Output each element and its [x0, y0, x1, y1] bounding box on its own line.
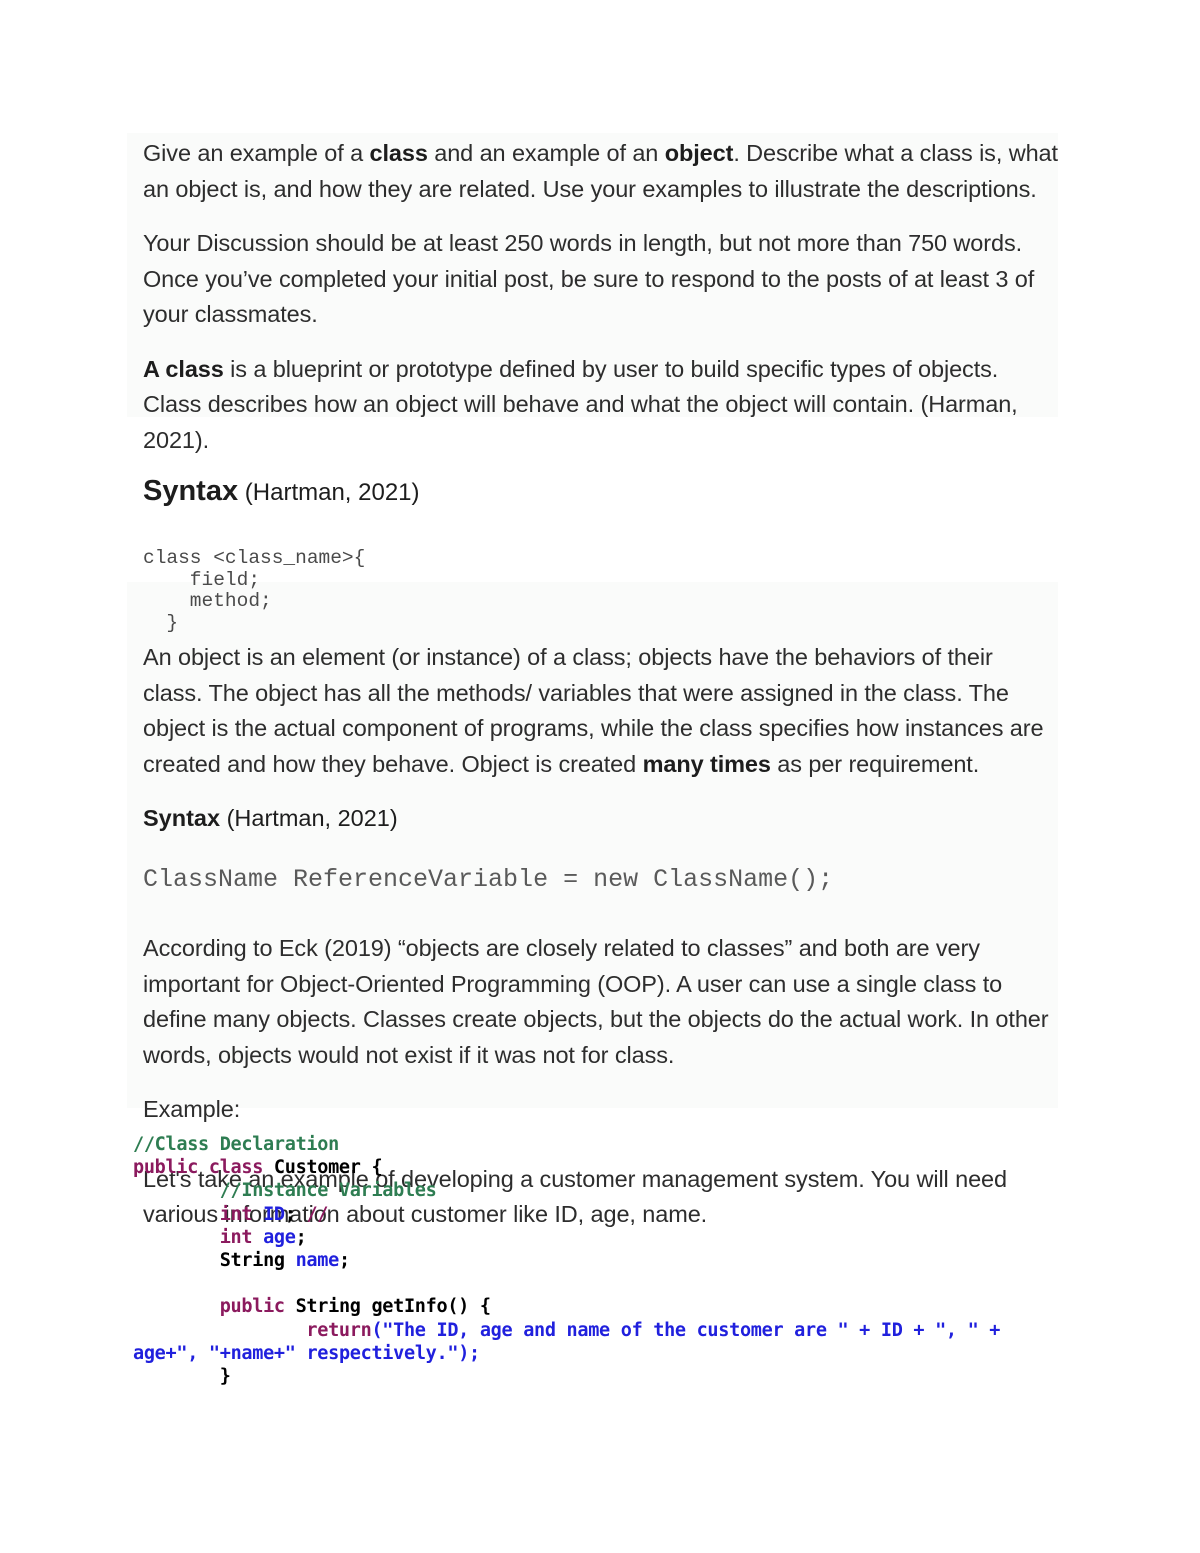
- code-line: }: [133, 1366, 231, 1387]
- code-token-var: +: [848, 1319, 881, 1341]
- code-token-var: ): [458, 1342, 470, 1364]
- code-token-var: ID: [263, 1203, 285, 1225]
- code-line: //Instance Variables: [133, 1180, 437, 1202]
- code-token-typ: ;: [284, 1203, 307, 1225]
- code-token-var: +: [219, 1342, 231, 1364]
- code-line: int ID; //: [133, 1203, 329, 1225]
- class-syntax-heading: Syntax (Hartman, 2021): [143, 472, 1058, 512]
- code-token-typ: Customer {: [273, 1157, 383, 1179]
- object-definition-paragraph: An object is an element (or instance) of…: [143, 640, 1058, 782]
- document-page: Give an example of a class and an exampl…: [0, 0, 1200, 1553]
- class-definition-paragraph: A class is a blueprint or prototype defi…: [143, 352, 1058, 459]
- code-token-kw: //: [306, 1203, 329, 1225]
- code-token-var: name: [230, 1342, 275, 1364]
- code-token-pun: [133, 1180, 220, 1201]
- code-line: String name;: [133, 1250, 350, 1271]
- code-token-str: ", ": [176, 1342, 220, 1364]
- example-label: Example:: [143, 1096, 241, 1122]
- class-syntax-code: class <class_name>{ field; method; }: [143, 547, 366, 634]
- prompt-paragraph-1: Give an example of a class and an exampl…: [143, 136, 1058, 207]
- code-token-kw: return: [306, 1319, 372, 1341]
- object-syntax-heading: Syntax (Hartman, 2021): [143, 801, 1058, 835]
- document-content: Give an example of a class and an exampl…: [143, 136, 1058, 1233]
- class-definition-lead: A class: [143, 355, 224, 382]
- code-token-pun: [133, 1250, 220, 1271]
- code-token-pun: [133, 1296, 220, 1317]
- code-token-var: +: [273, 1342, 285, 1364]
- code-token-var: age: [133, 1342, 166, 1364]
- code-token-var: (: [371, 1319, 383, 1341]
- code-token-var: +: [165, 1342, 177, 1364]
- code-token-pun: [133, 1320, 306, 1341]
- java-code-block: //Class Declaration public class Custome…: [133, 1133, 1068, 1388]
- code-token-str: " respectively.": [284, 1342, 459, 1364]
- code-token-str: ", ": [935, 1319, 979, 1341]
- code-token-str: "The ID, age and name of the customer ar…: [382, 1319, 849, 1341]
- code-token-typ: }: [133, 1366, 231, 1388]
- code-line: public class Customer {: [133, 1157, 383, 1179]
- object-syntax-citation: (Hartman, 2021): [220, 805, 398, 831]
- code-token-kw: public: [219, 1296, 296, 1318]
- object-syntax-code: ClassName ReferenceVariable = new ClassN…: [143, 865, 834, 894]
- code-token-typ: String: [219, 1250, 296, 1272]
- code-line: return("The ID, age and name of the cust…: [133, 1320, 1011, 1364]
- code-token-var: +: [902, 1319, 936, 1341]
- code-token-typ: ;: [338, 1250, 350, 1272]
- code-token-var: +: [978, 1319, 1011, 1341]
- code-line: public String getInfo() {: [133, 1296, 491, 1317]
- prompt-text-2: and an example of an: [427, 140, 665, 166]
- code-token-kw: public class: [133, 1157, 274, 1179]
- class-definition-text: is a blueprint or prototype defined by u…: [143, 355, 1018, 453]
- prompt-bold-class: class: [369, 140, 428, 166]
- object-definition-text-2: as per requirement.: [770, 750, 980, 777]
- class-syntax-citation: (Hartman, 2021): [238, 479, 420, 506]
- code-token-pun: [133, 1204, 220, 1225]
- prompt-paragraph-2: Your Discussion should be at least 250 w…: [143, 230, 1035, 327]
- object-definition-bold: many times: [642, 750, 771, 777]
- class-syntax-keyword: Syntax: [143, 475, 239, 507]
- code-token-cmt: //Class Declaration: [133, 1134, 339, 1155]
- prompt-text-1: Give an example of a: [143, 140, 370, 166]
- code-token-var: ID: [880, 1319, 903, 1341]
- object-syntax-keyword: Syntax: [143, 805, 221, 831]
- code-token-typ: ;: [295, 1226, 307, 1248]
- prompt-bold-object: object: [664, 140, 734, 166]
- code-token-pun: [133, 1227, 220, 1248]
- relation-paragraph: According to Eck (2019) “objects are clo…: [143, 935, 1049, 1068]
- code-token-var: name: [295, 1250, 340, 1272]
- code-token-kw: int: [219, 1226, 264, 1248]
- code-token-kw: int: [219, 1203, 264, 1225]
- code-token-typ: String getInfo() {: [295, 1296, 491, 1318]
- code-line: int age;: [133, 1226, 307, 1248]
- code-token-var: age: [263, 1226, 296, 1248]
- code-token-var: ;: [469, 1342, 480, 1364]
- code-token-cmt: //Instance Variables: [219, 1180, 437, 1202]
- code-line: //Class Declaration: [133, 1134, 339, 1155]
